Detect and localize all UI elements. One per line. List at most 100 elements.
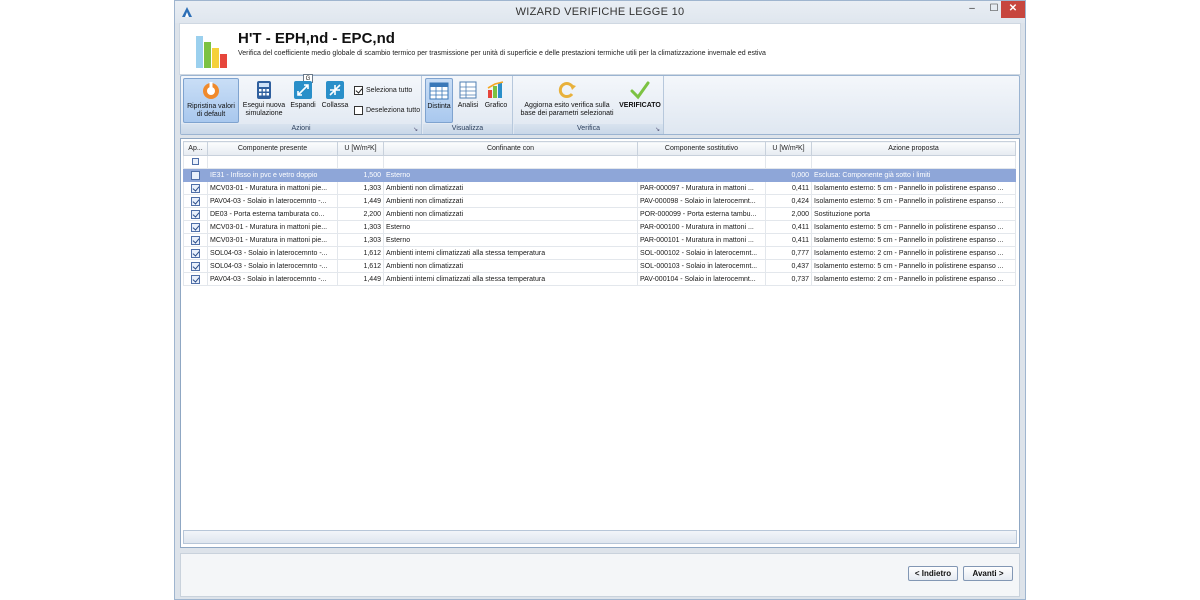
col-header-confinante[interactable]: Confinante con [383, 141, 638, 156]
applica-cell[interactable] [183, 220, 208, 234]
col-header-azione[interactable]: Azione proposta [811, 141, 1016, 156]
applica-cell[interactable] [183, 233, 208, 247]
analisi-button[interactable]: Analisi [454, 78, 482, 123]
ribbon-group-visualizza: Distinta Analisi Grafico Visualizza [423, 76, 513, 134]
close-button[interactable]: ✕ [1001, 1, 1025, 18]
grafico-button[interactable]: Grafico [482, 78, 510, 123]
ribbon-group-verifica: Aggiorna esito verifica sulla base dei p… [514, 76, 664, 134]
seleziona-tutto-check-icon [354, 86, 363, 95]
row-checkbox[interactable] [191, 222, 200, 232]
sostitutivo-cell: PAR-000101 - Muratura in mattoni ... [637, 233, 766, 247]
filter-cell[interactable] [207, 155, 338, 169]
u2-cell: 0,000 [765, 168, 812, 182]
col-header-u2[interactable]: U [W/m²K] [765, 141, 812, 156]
filter-cell[interactable] [765, 155, 812, 169]
filter-cell[interactable] [637, 155, 766, 169]
table-row[interactable]: MCV03-01 - Muratura in mattoni pie... 1,3… [183, 220, 1016, 234]
next-button[interactable]: Avanti > [963, 566, 1013, 581]
verificato-status: VERIFICATO [618, 78, 662, 123]
aggiorna-esito-button[interactable]: Aggiorna esito verifica sulla base dei p… [516, 78, 618, 123]
sostitutivo-cell: PAR-000100 - Muratura in mattoni ... [637, 220, 766, 234]
filter-cell[interactable] [811, 155, 1016, 169]
u-cell: 1,449 [337, 272, 384, 286]
u2-cell: 0,424 [765, 194, 812, 208]
confinante-cell: Ambienti interni climatizzati alla stess… [383, 246, 638, 260]
sostitutivo-cell: PAV-000104 - Solaio in laterocemnt... [637, 272, 766, 286]
components-table: Ap... Componente presente U [W/m²K] Conf… [183, 141, 1016, 286]
u-cell: 1,500 [337, 168, 384, 182]
collapse-icon [326, 81, 344, 99]
bar-chart-icon [196, 36, 227, 68]
wizard-header: H'T - EPH,nd - EPC,nd Verifica del coeff… [179, 23, 1021, 75]
col-header-applica[interactable]: Ap... [183, 141, 208, 156]
confinante-cell: Esterno [383, 233, 638, 247]
group-launcher-icon[interactable]: ↘ [655, 126, 660, 133]
filter-cell[interactable] [383, 155, 638, 169]
applica-cell[interactable] [183, 168, 208, 182]
confinante-cell: Esterno [383, 168, 638, 182]
ripristina-label: Ripristina valori di default [187, 103, 235, 118]
confinante-cell: Ambienti non climatizzati [383, 207, 638, 221]
distinta-button[interactable]: Distinta [425, 78, 453, 123]
table-row[interactable]: MCV03-01 - Muratura in mattoni pie... 1,3… [183, 233, 1016, 247]
applica-cell[interactable] [183, 246, 208, 260]
back-button[interactable]: < Indietro [908, 566, 958, 581]
col-header-u[interactable]: U [W/m²K] [337, 141, 384, 156]
table-row[interactable]: PAV04-03 - Solaio in laterocemnto -... 1,… [183, 194, 1016, 208]
applica-cell[interactable] [183, 194, 208, 208]
u-cell: 1,449 [337, 194, 384, 208]
u2-cell: 0,437 [765, 259, 812, 273]
aggiorna-label: Aggiorna esito verifica sulla base dei p… [520, 102, 614, 117]
esegui-label: Esegui nuova simulazione [242, 102, 286, 117]
filter-cell[interactable] [337, 155, 384, 169]
table-row[interactable]: PAV04-03 - Solaio in laterocemnto -... 1,… [183, 272, 1016, 286]
espandi-button[interactable]: Espandi [288, 78, 318, 123]
row-checkbox[interactable] [191, 274, 200, 284]
row-checkbox[interactable] [191, 261, 200, 271]
row-checkbox[interactable] [191, 248, 200, 258]
components-grid: Ap... Componente presente U [W/m²K] Conf… [180, 138, 1020, 548]
u-cell: 1,303 [337, 181, 384, 195]
collassa-button[interactable]: Collassa [320, 78, 350, 123]
row-checkbox[interactable] [191, 170, 200, 180]
deseleziona-tutto-check-icon [354, 106, 363, 115]
applica-cell[interactable] [183, 272, 208, 286]
deseleziona-tutto-checkbox[interactable]: Deseleziona tutto [354, 106, 420, 115]
deseleziona-tutto-label: Deseleziona tutto [366, 107, 421, 114]
row-checkbox[interactable] [191, 196, 200, 206]
componente-cell: PAV04-03 - Solaio in laterocemnto -... [207, 194, 338, 208]
check-icon [630, 81, 650, 100]
u2-cell: 0,411 [765, 181, 812, 195]
collassa-label: Collassa [321, 102, 349, 109]
table-row[interactable]: DE03 - Porta esterna tamburata co... 2,20… [183, 207, 1016, 221]
filter-cell[interactable] [183, 155, 208, 169]
horizontal-scrollbar[interactable] [183, 530, 1017, 544]
confinante-cell: Ambienti interni climatizzati alla stess… [383, 272, 638, 286]
col-header-componente[interactable]: Componente presente [207, 141, 338, 156]
table-row[interactable]: SOL04-03 - Solaio in laterocemnto -... 1,… [183, 246, 1016, 260]
esegui-simulazione-button[interactable]: Esegui nuova simulazione [240, 78, 288, 123]
title-bar[interactable]: WIZARD VERIFICHE LEGGE 10 – ☐ ✕ [175, 1, 1025, 23]
componente-cell: MCV03-01 - Muratura in mattoni pie... [207, 181, 338, 195]
applica-cell[interactable] [183, 207, 208, 221]
confinante-cell: Esterno [383, 220, 638, 234]
filter-checkbox-icon[interactable] [192, 158, 199, 166]
table-row[interactable]: IE31 - Infisso in pvc e vetro doppio 1,50… [183, 168, 1016, 182]
u-cell: 1,612 [337, 259, 384, 273]
table-row[interactable]: MCV03-01 - Muratura in mattoni pie... 1,3… [183, 181, 1016, 195]
group-launcher-icon[interactable]: ↘ [413, 126, 418, 133]
row-checkbox[interactable] [191, 183, 200, 193]
row-checkbox[interactable] [191, 235, 200, 245]
row-checkbox[interactable] [191, 209, 200, 219]
table-row[interactable]: SOL04-03 - Solaio in laterocemnto -... 1,… [183, 259, 1016, 273]
table-header-row: Ap... Componente presente U [W/m²K] Conf… [183, 141, 1016, 156]
confinante-cell: Ambienti non climatizzati [383, 194, 638, 208]
ripristina-default-button[interactable]: Ripristina valori di default [183, 78, 239, 123]
applica-cell[interactable] [183, 259, 208, 273]
azione-cell: Isolamento esterno: 5 cm - Pannello in p… [811, 194, 1016, 208]
espandi-label: Espandi [290, 102, 316, 109]
col-header-sostitutivo[interactable]: Componente sostitutivo [637, 141, 766, 156]
componente-cell: SOL04-03 - Solaio in laterocemnto -... [207, 259, 338, 273]
seleziona-tutto-checkbox[interactable]: Seleziona tutto [354, 86, 412, 95]
applica-cell[interactable] [183, 181, 208, 195]
